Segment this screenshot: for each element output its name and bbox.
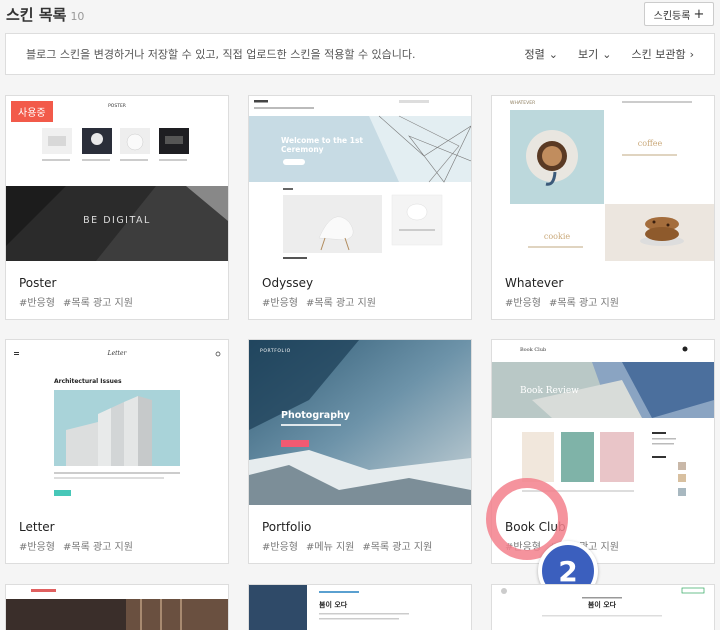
chevron-right-icon: › [689,47,694,61]
skin-card-odyssey[interactable]: Welcome to the 1st Ceremony Odyssey #반응형… [248,95,472,320]
skin-card-portfolio[interactable]: PORTFOLIO Photography Portfolio #반응형 #메뉴… [248,339,472,564]
chevron-down-icon: ⌄ [602,47,612,61]
partial2-text: 봄이 오다 [319,600,348,609]
bookclub-hero: Book Review [520,386,579,396]
skin-card-partial-1[interactable] [5,584,229,630]
letter-brand: Letter [107,350,128,357]
skin-tag: #목록 광고 지원 [62,542,133,553]
skin-tags: #반응형 #메뉴 지원 #목록 광고 지원 [262,538,432,553]
in-use-badge: 사용중 [11,101,53,122]
poster-hero: BE DIGITAL [83,215,151,226]
skin-thumbnail-partial-2: 봄이 오다 [249,585,471,630]
info-description: 블로그 스킨을 변경하거나 저장할 수 있고, 직접 업로드한 스킨을 적용할 … [26,48,416,61]
plus-icon: + [693,6,705,22]
skin-tag: #목록 광고 지원 [62,298,133,309]
register-skin-label: 스킨등록 [653,10,691,22]
poster-brand: POSTER [108,103,126,109]
skin-card-whatever[interactable]: WHATEVER coffee cookie Whatever #반응형 #목록… [491,95,715,320]
partial3-text: 봄이 오다 [588,600,617,609]
skin-tags: #반응형 #목록 광고 지원 [505,294,619,309]
view-dropdown[interactable]: 보기 ⌄ [578,46,611,62]
sort-dropdown[interactable]: 정렬 ⌄ [525,46,558,62]
skin-thumbnail-whatever: WHATEVER coffee cookie [492,96,714,261]
odyssey-hero: Welcome to the 1st Ceremony [281,136,364,154]
skin-card-poster[interactable]: 사용중 POSTER BE DIGITAL Poster #반응형 #목록 광고… [5,95,229,320]
skin-name: Portfolio [262,520,312,534]
skin-name: Whatever [505,276,564,290]
portfolio-hero: Photography [281,410,351,421]
skin-card-partial-3[interactable]: 봄이 오다 [491,584,715,630]
page-title-text: 스킨 목록 [6,6,67,24]
info-bar: 블로그 스킨을 변경하거나 저장할 수 있고, 직접 업로드한 스킨을 적용할 … [5,33,715,75]
skin-tag: #반응형 [19,298,55,309]
skin-name: Odyssey [262,276,314,290]
skin-storage-link[interactable]: 스킨 보관함 › [631,46,694,62]
skin-name: Poster [19,276,57,290]
skin-tag: #메뉴 지원 [305,542,355,553]
storage-label: 스킨 보관함 [631,48,686,61]
skin-tag: #반응형 [262,298,298,309]
chevron-down-icon: ⌄ [548,47,559,61]
skin-tag: #목록 광고 지원 [305,298,376,309]
sort-label: 정렬 [524,48,545,61]
skin-thumbnail-odyssey: Welcome to the 1st Ceremony [249,96,471,261]
whatever-coffee: coffee [638,139,663,148]
whatever-brand: WHATEVER [510,100,535,106]
skin-name: Letter [19,520,55,534]
skin-count: 10 [70,10,85,23]
skin-tags: #반응형 #목록 광고 지원 [262,294,376,309]
skin-thumbnail-letter: Letter Architectural Issues [6,340,228,505]
skin-tag: #목록 광고 지원 [548,298,619,309]
whatever-cookie: cookie [544,232,571,241]
skin-card-partial-2[interactable]: 봄이 오다 [248,584,472,630]
skin-tag: #반응형 [19,542,55,553]
skin-thumbnail-partial-1 [6,585,228,630]
skin-card-letter[interactable]: Letter Architectural Issues Letter #반응형 … [5,339,229,564]
page-header: 스킨 목록 10 스킨등록 + [0,0,720,30]
register-skin-button[interactable]: 스킨등록 + [644,2,714,26]
view-label: 보기 [578,48,599,61]
skin-tags: #반응형 #목록 광고 지원 [19,538,133,553]
portfolio-brand: PORTFOLIO [260,348,291,354]
skin-tag: #반응형 [505,298,541,309]
bookclub-brand: Book Club [520,347,546,353]
letter-heading: Architectural Issues [54,378,122,385]
skin-tag: #반응형 [262,542,298,553]
skin-tags: #반응형 #목록 광고 지원 [19,294,133,309]
skin-tag: #목록 광고 지원 [362,542,433,553]
page-title: 스킨 목록 10 [6,4,84,25]
skin-thumbnail-portfolio: PORTFOLIO Photography [249,340,471,505]
skin-thumbnail-partial-3: 봄이 오다 [492,585,714,630]
